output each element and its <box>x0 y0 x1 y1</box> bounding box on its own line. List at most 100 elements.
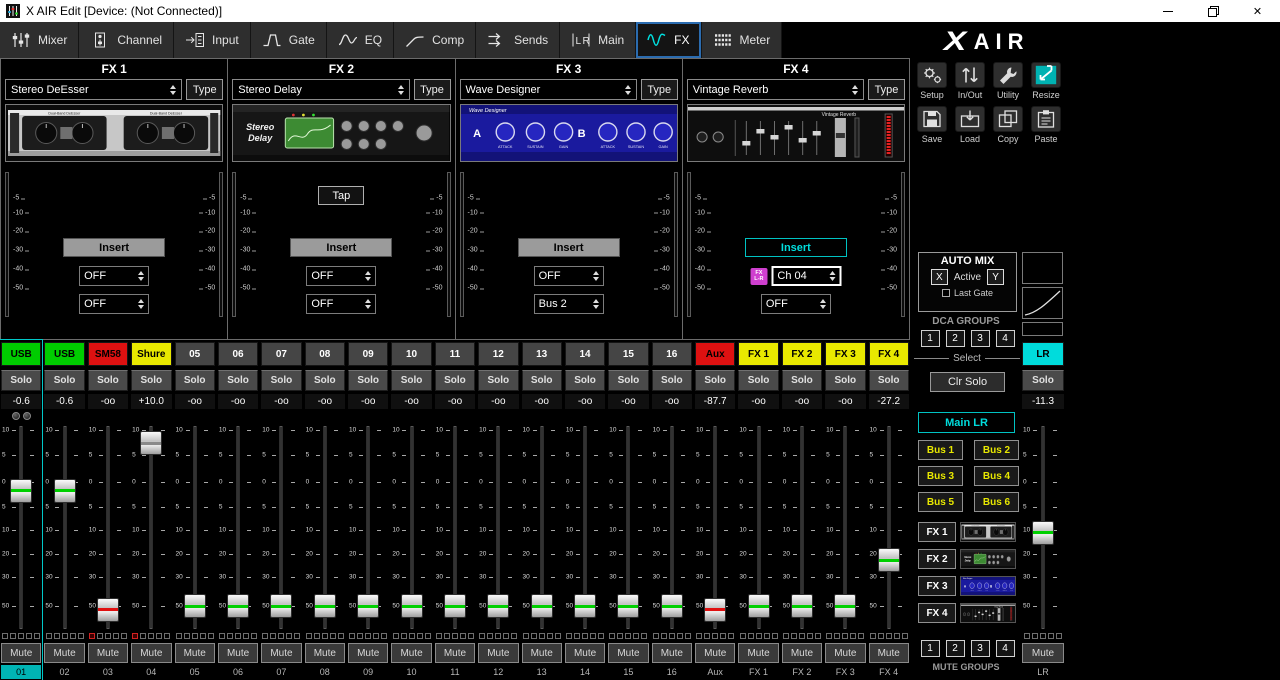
fx-send-select-1[interactable]: OFF <box>79 266 149 286</box>
solo-button[interactable]: Solo <box>44 370 84 391</box>
channel-label[interactable]: 10 <box>391 342 431 366</box>
fader-handle[interactable] <box>54 479 76 503</box>
solo-button[interactable]: Solo <box>522 370 562 391</box>
fx-send-select-2[interactable]: Bus 2 <box>534 294 604 314</box>
mute-button[interactable]: Mute <box>391 643 431 663</box>
fx-select-1[interactable]: FX 1 <box>918 522 956 542</box>
mute-button[interactable]: Mute <box>738 643 778 663</box>
automix-y-button[interactable]: Y <box>987 269 1004 285</box>
close-button[interactable]: ✕ <box>1235 0 1280 22</box>
tool-load[interactable]: Load <box>953 106 987 144</box>
channel-label[interactable]: SM58 <box>88 342 128 366</box>
dca-group-3[interactable]: 3 <box>971 330 990 347</box>
channel-label[interactable]: LR <box>1022 342 1064 366</box>
channel-label[interactable]: 14 <box>565 342 605 366</box>
fader-handle[interactable] <box>617 594 639 618</box>
fx-send-select-2[interactable]: OFF <box>79 294 149 314</box>
solo-button[interactable]: Solo <box>305 370 345 391</box>
fader[interactable]: 1050510203050 <box>652 424 692 631</box>
fader[interactable]: 1050510203050 <box>738 424 778 631</box>
channel-label[interactable]: 16 <box>652 342 692 366</box>
fader[interactable]: 1050510203050 <box>608 424 648 631</box>
fx-thumbnail[interactable]: Vintage Reverb <box>960 603 1016 623</box>
mute-group-2[interactable]: 2 <box>946 640 965 657</box>
fader-handle[interactable] <box>704 598 726 622</box>
fx-send-select-1[interactable]: Ch 04 <box>771 266 841 286</box>
main-lr-button[interactable]: Main LR <box>918 412 1015 433</box>
tab-mixer[interactable]: Mixer <box>0 22 79 58</box>
channel-label[interactable]: Shure <box>131 342 171 366</box>
fader-handle[interactable] <box>227 594 249 618</box>
channel-label[interactable]: 05 <box>175 342 215 366</box>
solo-button[interactable]: Solo <box>652 370 692 391</box>
fx-type-button[interactable]: Type <box>414 79 451 100</box>
fader[interactable]: 1050510203050 <box>218 424 258 631</box>
fader-handle[interactable] <box>574 594 596 618</box>
mute-button[interactable]: Mute <box>565 643 605 663</box>
fader[interactable]: 1050510203050 <box>44 424 84 631</box>
fx-effect-select[interactable]: Stereo Delay <box>232 79 409 100</box>
fx-thumbnail[interactable]: StereoDelay <box>960 549 1016 569</box>
fader[interactable]: 1050510203050 <box>522 424 562 631</box>
fader[interactable]: 1050510203050 <box>1 424 41 631</box>
mute-button[interactable]: Mute <box>261 643 301 663</box>
insert-button[interactable]: Insert <box>745 238 847 257</box>
solo-button[interactable]: Solo <box>608 370 648 391</box>
channel-label[interactable]: FX 1 <box>738 342 778 366</box>
tab-channel[interactable]: Channel <box>79 22 174 58</box>
fx-select-4[interactable]: FX 4 <box>918 603 956 623</box>
automix-x-button[interactable]: X <box>931 269 948 285</box>
mute-button[interactable]: Mute <box>435 643 475 663</box>
channel-label[interactable]: USB <box>44 342 84 366</box>
bus-button-bus2[interactable]: Bus 2 <box>974 440 1019 460</box>
mute-button[interactable]: Mute <box>218 643 258 663</box>
fx-select-3[interactable]: FX 3 <box>918 576 956 596</box>
fader-handle[interactable] <box>791 594 813 618</box>
fader-handle[interactable] <box>748 594 770 618</box>
tab-gate[interactable]: Gate <box>251 22 327 58</box>
fader-handle[interactable] <box>140 431 162 455</box>
fx-thumbnail[interactable]: Wave DesignerAATTACKSUSTAINGAINBATTACKSU… <box>960 576 1016 596</box>
fader-handle[interactable] <box>357 594 379 618</box>
fx-effect-select[interactable]: Stereo DeEsser <box>5 79 182 100</box>
mute-group-1[interactable]: 1 <box>921 640 940 657</box>
fx-effect-select[interactable]: Vintage Reverb <box>687 79 864 100</box>
fx-send-select-2[interactable]: OFF <box>761 294 831 314</box>
fader-handle[interactable] <box>487 594 509 618</box>
dca-group-1[interactable]: 1 <box>921 330 940 347</box>
fader-handle[interactable] <box>531 594 553 618</box>
bus-button-bus5[interactable]: Bus 5 <box>918 492 963 512</box>
fader-handle[interactable] <box>661 594 683 618</box>
mute-button[interactable]: Mute <box>652 643 692 663</box>
fader[interactable]: 1050510203050 <box>391 424 431 631</box>
mute-group-4[interactable]: 4 <box>996 640 1015 657</box>
fx-send-select-1[interactable]: OFF <box>534 266 604 286</box>
mute-button[interactable]: Mute <box>825 643 865 663</box>
mute-button[interactable]: Mute <box>305 643 345 663</box>
dca-group-2[interactable]: 2 <box>946 330 965 347</box>
fader[interactable]: 1050510203050 <box>175 424 215 631</box>
solo-button[interactable]: Solo <box>435 370 475 391</box>
solo-button[interactable]: Solo <box>478 370 518 391</box>
mute-button[interactable]: Mute <box>1 643 41 663</box>
fader[interactable]: 1050510203050 <box>131 424 171 631</box>
mute-button[interactable]: Mute <box>44 643 84 663</box>
dca-group-4[interactable]: 4 <box>996 330 1015 347</box>
tab-comp[interactable]: Comp <box>394 22 476 58</box>
solo-button[interactable]: Solo <box>218 370 258 391</box>
fx-device-image[interactable]: Vintage Reverb <box>687 104 905 162</box>
bus-button-bus1[interactable]: Bus 1 <box>918 440 963 460</box>
mute-button[interactable]: Mute <box>175 643 215 663</box>
solo-button[interactable]: Solo <box>695 370 735 391</box>
tool-save[interactable]: Save <box>915 106 949 144</box>
tab-meter[interactable]: Meter <box>702 22 783 58</box>
mute-button[interactable]: Mute <box>88 643 128 663</box>
fader-handle[interactable] <box>878 548 900 572</box>
fx-send-select-1[interactable]: OFF <box>306 266 376 286</box>
solo-button[interactable]: Solo <box>565 370 605 391</box>
fader-handle[interactable] <box>270 594 292 618</box>
solo-button[interactable]: Solo <box>782 370 822 391</box>
fx-effect-select[interactable]: Wave Designer <box>460 79 637 100</box>
mute-button[interactable]: Mute <box>869 643 909 663</box>
channel-label[interactable]: FX 4 <box>869 342 909 366</box>
